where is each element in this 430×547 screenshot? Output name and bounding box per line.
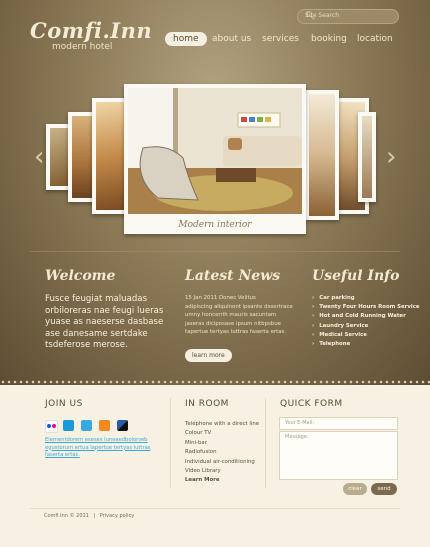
info-title: Useful Info — [312, 268, 400, 284]
welcome-title: Welcome — [45, 268, 116, 284]
divider — [30, 251, 400, 252]
news-date: 15 Jan 2011 Donec Velitus — [185, 295, 256, 301]
clear-button[interactable]: clear — [343, 483, 367, 495]
logo[interactable]: Comfi.Inn modern hotel — [30, 18, 153, 53]
slide-image — [128, 88, 302, 214]
room-list: Telephone with a direct line Colour TV M… — [185, 420, 259, 486]
room-title: IN ROOM — [185, 399, 229, 409]
room-section: IN ROOM — [185, 399, 229, 409]
join-text[interactable]: Elementdorem eseses luneaedbolorseb egus… — [45, 437, 155, 460]
info-list: Car parking Twenty Four Hours Room Servi… — [312, 294, 420, 349]
skype-icon[interactable] — [63, 420, 74, 431]
column-divider — [170, 398, 171, 488]
nav-booking[interactable]: booking — [311, 32, 347, 46]
room-learn-more-link[interactable]: Learn More — [185, 476, 259, 485]
send-button[interactable]: send — [371, 483, 397, 495]
chevron-left-icon[interactable]: ‹ — [34, 142, 44, 172]
info-item[interactable]: Medical Service — [312, 331, 420, 340]
join-section: JOIN US — [45, 399, 83, 409]
room-illustration — [128, 88, 302, 214]
slide-main[interactable]: Modern interior — [124, 84, 306, 234]
dotted-separator — [0, 379, 430, 385]
column-divider — [265, 398, 266, 488]
slide-caption: Modern interior — [178, 220, 252, 230]
logo-subtitle: modern hotel — [52, 42, 113, 52]
room-item: Individual air-conditioning — [185, 458, 255, 465]
message-placeholder: Message: — [285, 434, 309, 440]
info-section: Useful Info Car parking Twenty Four Hour… — [312, 268, 420, 349]
form-section: QUICK FORM — [280, 399, 343, 409]
info-item[interactable]: Hot and Cold Running Water — [312, 312, 420, 321]
news-title: Latest News — [185, 268, 281, 284]
footer-divider — [30, 508, 400, 509]
footer-separator: | — [93, 513, 96, 519]
room-item: Video Library — [185, 468, 221, 475]
copyright-text: Comfi.Inn © 2011 — [44, 513, 89, 519]
info-item[interactable]: Telephone — [312, 340, 420, 349]
flickr-icon[interactable] — [45, 420, 58, 433]
email-placeholder: Your E-Mail: — [285, 420, 315, 426]
room-item: Telephone with a direct line — [185, 421, 260, 427]
info-item[interactable]: Twenty Four Hours Room Service — [312, 303, 419, 312]
info-item[interactable]: Laundry Service — [312, 322, 420, 331]
search-icon[interactable]: 🔍︎ — [305, 11, 392, 20]
delicious-icon[interactable] — [117, 420, 128, 431]
nav-home[interactable]: home — [165, 32, 207, 46]
room-item: Radiofusion — [185, 449, 217, 456]
logo-name: Comfi.Inn — [30, 18, 153, 43]
email-field[interactable]: Your E-Mail: — [279, 417, 398, 430]
info-item[interactable]: Car parking — [312, 294, 420, 303]
slide-thumb[interactable] — [358, 112, 376, 202]
join-title: JOIN US — [45, 399, 83, 409]
chevron-right-icon[interactable]: › — [386, 142, 396, 172]
news-body: adipiscing aliquinont ipsante dssertrace… — [185, 303, 293, 336]
welcome-text: Fusce feugiat maluadas orbiloreras nae f… — [45, 294, 164, 350]
form-title: QUICK FORM — [280, 399, 343, 409]
slide-thumb[interactable] — [305, 90, 339, 220]
privacy-link[interactable]: Privacy policy — [100, 513, 134, 519]
room-item: Colour TV — [185, 430, 212, 437]
news-section: Latest News 15 Jan 2011 Donec Velitus ad… — [185, 268, 297, 362]
rss-icon[interactable] — [99, 420, 110, 431]
nav-about-us[interactable]: about us — [212, 32, 251, 46]
nav-location[interactable]: location — [357, 32, 393, 46]
twitter-icon[interactable] — [81, 420, 92, 431]
room-item: Mini-bar — [185, 439, 207, 446]
nav-services[interactable]: services — [262, 32, 299, 46]
footer-copyright: Comfi.Inn © 2011 | Privacy policy — [44, 513, 134, 519]
message-field[interactable]: Message: — [279, 431, 398, 480]
search-input[interactable]: Site Search 🔍︎ — [297, 9, 399, 24]
welcome-section: Welcome Fusce feugiat maluadas orbilorer… — [45, 268, 175, 352]
learn-more-button[interactable]: learn more — [185, 348, 232, 362]
